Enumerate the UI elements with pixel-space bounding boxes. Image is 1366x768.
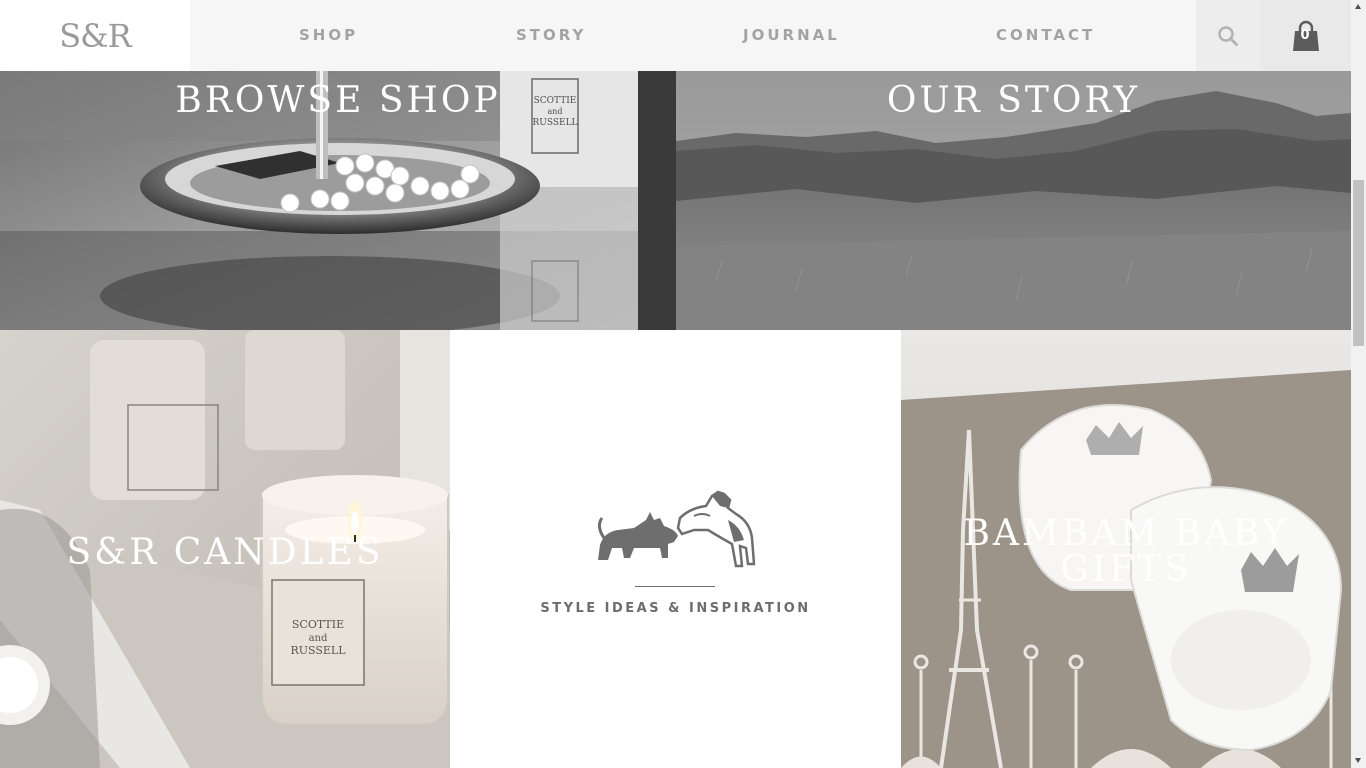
search-button[interactable] bbox=[1196, 0, 1260, 71]
style-ideas-tagline: STYLE IDEAS & INSPIRATION bbox=[540, 601, 811, 616]
nav-shop[interactable]: SHOP bbox=[299, 0, 358, 71]
browse-shop-tile[interactable]: SCOTTIE and RUSSELL BROWSE SHOP bbox=[0, 71, 676, 330]
page-scrollbar[interactable] bbox=[1351, 0, 1366, 768]
site-header: S&R SHOP STORY JOURNAL CONTACT 0 bbox=[0, 0, 1351, 71]
scroll-thumb[interactable] bbox=[1353, 180, 1364, 346]
baby-gifts-tile[interactable]: BAMBAM BABY GIFTS bbox=[901, 330, 1351, 768]
scroll-down-arrow-icon[interactable] bbox=[1355, 758, 1361, 763]
nav-journal[interactable]: JOURNAL bbox=[743, 0, 840, 71]
our-story-title: OUR STORY bbox=[886, 80, 1141, 121]
site-logo[interactable]: S&R bbox=[0, 0, 190, 71]
jar-label-bottom: RUSSELL bbox=[532, 118, 577, 128]
browse-shop-title: BROWSE SHOP bbox=[175, 80, 501, 121]
baby-gifts-title-line2: GIFTS bbox=[1060, 549, 1192, 590]
candles-tile[interactable]: SCOTTIE and RUSSELL S&R CANDLES bbox=[0, 330, 450, 768]
scroll-up-arrow-icon[interactable] bbox=[1355, 4, 1361, 9]
scottie-and-terrier-dogs-logo bbox=[597, 490, 756, 568]
cart-count: 0 bbox=[1300, 28, 1310, 43]
nav-story[interactable]: STORY bbox=[516, 0, 586, 71]
nav-contact[interactable]: CONTACT bbox=[996, 0, 1095, 71]
candle-label-top: SCOTTIE bbox=[292, 618, 344, 631]
brand-divider bbox=[635, 586, 715, 587]
baby-gifts-title-line1: BAMBAM BABY bbox=[963, 513, 1289, 554]
candle-label-bottom: RUSSELL bbox=[290, 644, 346, 657]
search-icon bbox=[1218, 25, 1238, 46]
candles-title: S&R CANDLES bbox=[66, 532, 384, 573]
our-story-tile[interactable]: OUR STORY bbox=[676, 71, 1351, 330]
candle-label-middle: and bbox=[309, 633, 328, 644]
logo-text: S&R bbox=[59, 16, 131, 55]
